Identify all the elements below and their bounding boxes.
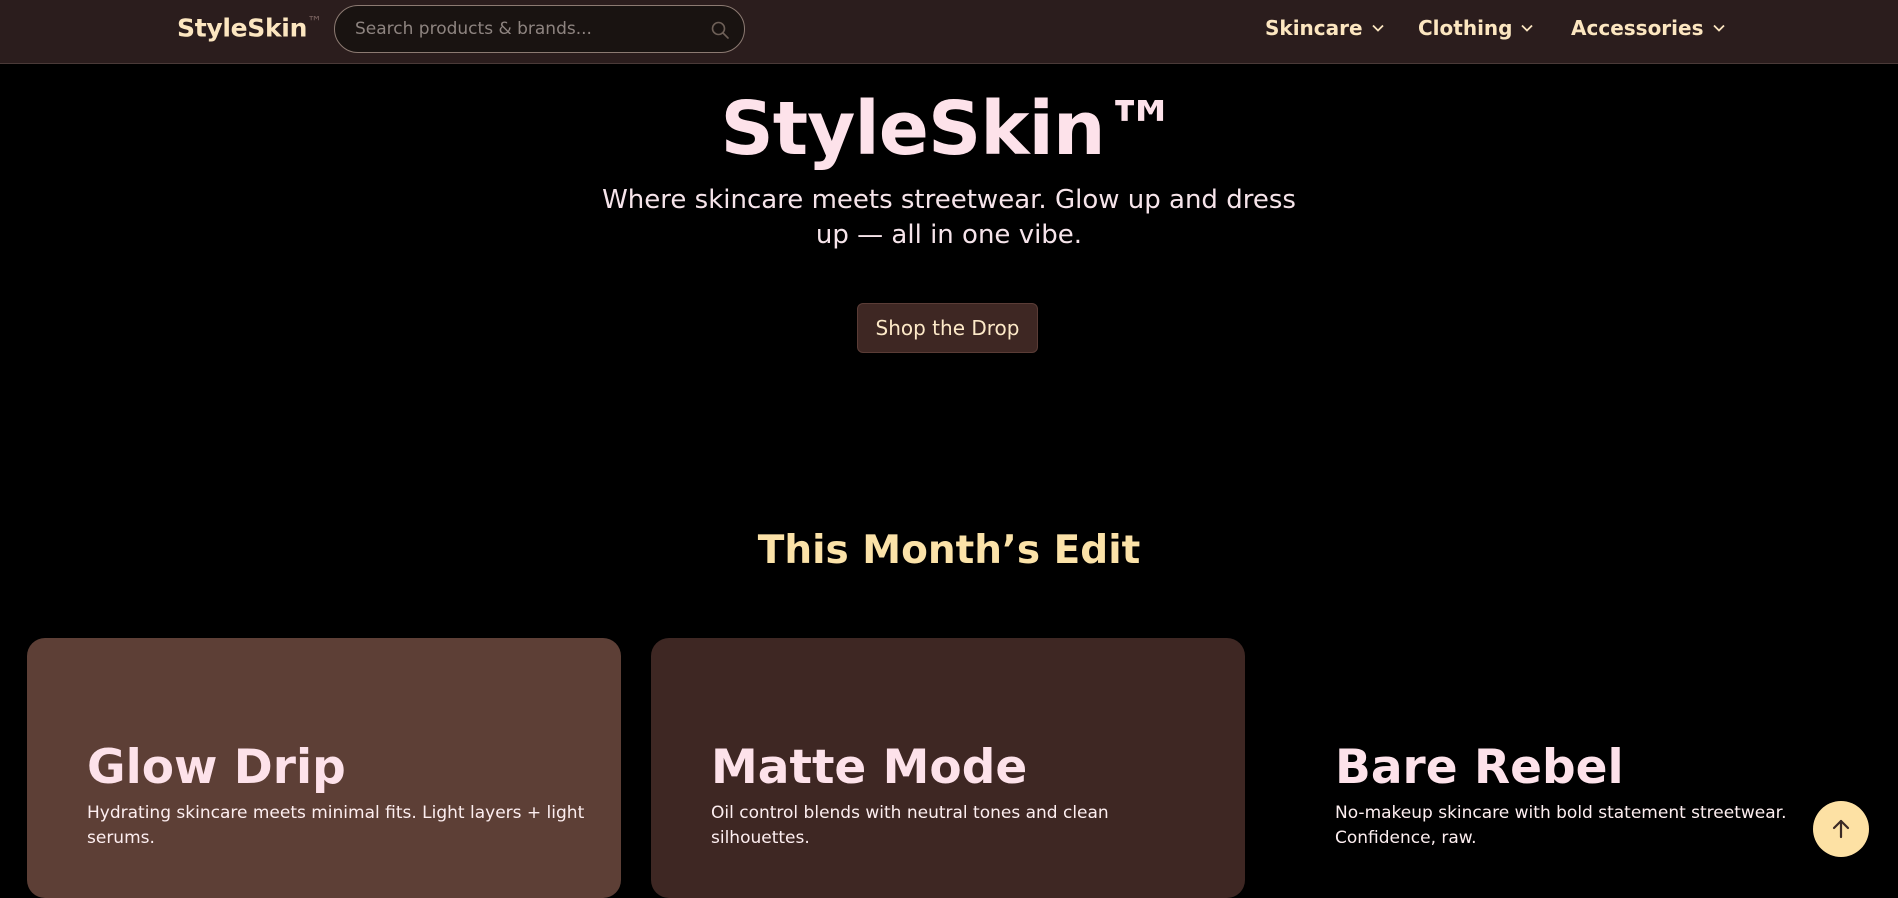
card-description: Hydrating skincare meets minimal fits. L…	[87, 803, 585, 848]
chevron-down-icon	[1371, 24, 1384, 32]
top-navbar: StyleSkin™ Skincare Clothing Accessories	[0, 0, 1898, 64]
edit-card-matte-mode[interactable]: Matte Mode Oil control blends with neutr…	[651, 638, 1245, 898]
nav-skincare[interactable]: Skincare	[1265, 16, 1385, 40]
search-input[interactable]	[355, 6, 695, 52]
card-title: Matte Mode	[711, 740, 1028, 795]
search-bar	[334, 5, 745, 53]
nav-clothing-label: Clothing	[1418, 16, 1513, 40]
hero-title: StyleSkin™	[720, 86, 1178, 172]
card-title: Bare Rebel	[1335, 740, 1624, 795]
hero-subtitle: Where skincare meets streetwear. Glow up…	[602, 185, 1296, 250]
back-to-top-button[interactable]	[1813, 801, 1869, 857]
search-icon[interactable]	[710, 20, 730, 40]
edit-card-glow-drip[interactable]: Glow Drip Hydrating skincare meets minim…	[27, 638, 621, 898]
nav-skincare-label: Skincare	[1265, 16, 1363, 40]
section-title: This Month’s Edit	[757, 528, 1141, 573]
nav-accessories[interactable]: Accessories	[1571, 16, 1726, 40]
shop-the-drop-button[interactable]: Shop the Drop	[857, 303, 1038, 353]
card-description: No-makeup skincare with bold statement s…	[1335, 803, 1787, 848]
nav-accessories-label: Accessories	[1571, 16, 1704, 40]
logo-text: StyleSkin	[177, 13, 308, 43]
logo[interactable]: StyleSkin™	[177, 13, 322, 42]
logo-trademark: ™	[307, 13, 322, 31]
chevron-down-icon	[1521, 24, 1534, 32]
card-title: Glow Drip	[87, 740, 346, 795]
card-description: Oil control blends with neutral tones an…	[711, 803, 1109, 848]
nav-clothing[interactable]: Clothing	[1418, 16, 1534, 40]
arrow-up-icon	[1832, 819, 1850, 839]
chevron-down-icon	[1712, 24, 1725, 32]
edit-card-bare-rebel[interactable]: Bare Rebel No-makeup skincare with bold …	[1275, 638, 1869, 898]
